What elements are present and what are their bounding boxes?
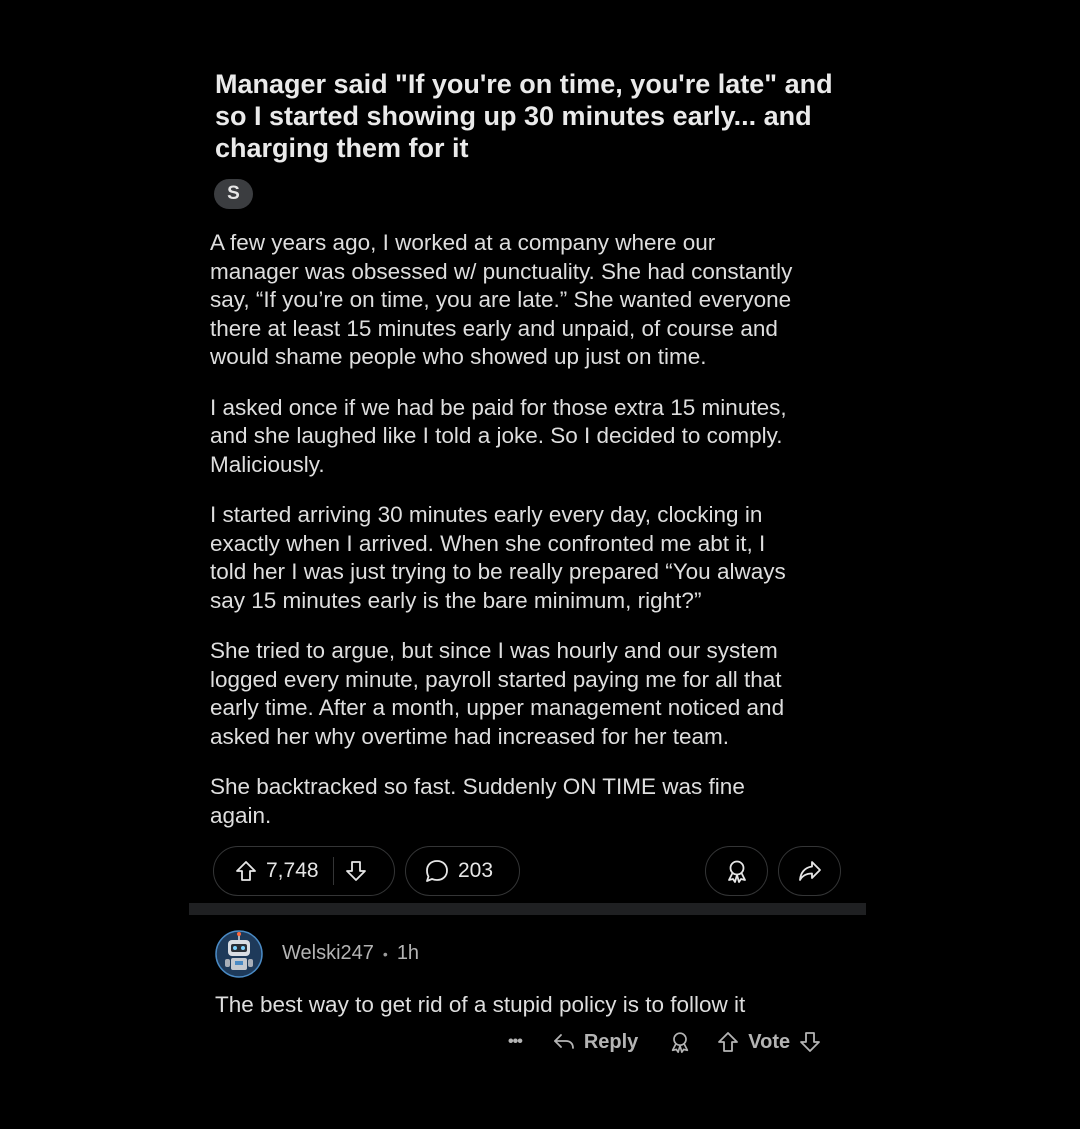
section-separator	[189, 903, 866, 915]
share-arrow-icon	[797, 858, 823, 884]
arrow-up-icon[interactable]	[234, 859, 258, 883]
post-paragraph: I started arriving 30 minutes early ever…	[210, 502, 786, 613]
award-ribbon-icon	[668, 1030, 692, 1054]
comment-award-button[interactable]	[668, 1030, 692, 1054]
post-paragraph: I asked once if we had be paid for those…	[210, 394, 787, 477]
comment-upvote-button[interactable]	[716, 1030, 740, 1054]
post-flair[interactable]: S	[214, 179, 253, 209]
comment-text: The best way to get rid of a stupid poli…	[215, 992, 746, 1017]
more-options-button[interactable]: •••	[508, 1033, 523, 1051]
comment-vote-label: Vote	[748, 1030, 791, 1053]
post-body: A few years ago, I worked at a company w…	[210, 229, 870, 852]
robot-avatar-icon[interactable]	[215, 928, 263, 980]
comment-downvote-button[interactable]	[798, 1030, 822, 1054]
post-paragraph: She tried to argue, but since I was hour…	[210, 638, 785, 749]
reply-button[interactable]: Reply	[552, 1031, 638, 1054]
speech-bubble-icon	[424, 858, 450, 884]
arrow-up-icon	[716, 1030, 740, 1054]
more-options-label: •••	[508, 1033, 523, 1050]
meta-separator: •	[382, 945, 388, 962]
post-paragraph: She backtracked so fast. Suddenly ON TIM…	[210, 774, 745, 828]
reddit-post-view: Manager said "If you're on time, you're …	[0, 0, 1080, 1129]
post-paragraph: A few years ago, I worked at a company w…	[210, 230, 793, 369]
comment-count: 203	[458, 859, 494, 882]
award-ribbon-icon	[724, 858, 750, 884]
vote-control: 7,748	[213, 846, 395, 896]
comment-username[interactable]: Welski247	[282, 942, 374, 965]
arrow-down-icon	[798, 1030, 822, 1054]
award-button[interactable]	[705, 846, 768, 896]
vote-divider	[332, 857, 335, 885]
reply-arrow-icon	[552, 1031, 576, 1053]
reply-label: Reply	[583, 1030, 639, 1053]
upvote-count: 7,748	[266, 859, 319, 882]
post-title[interactable]: Manager said "If you're on time, you're …	[215, 68, 855, 164]
arrow-down-icon[interactable]	[344, 859, 368, 883]
comment-meta: Welski247 • 1h	[282, 942, 419, 965]
comments-button[interactable]: 203	[405, 846, 520, 896]
share-button[interactable]	[778, 846, 841, 896]
comment-actions: ••• Reply Vote	[508, 1030, 822, 1054]
comment-time: 1h	[396, 942, 420, 964]
